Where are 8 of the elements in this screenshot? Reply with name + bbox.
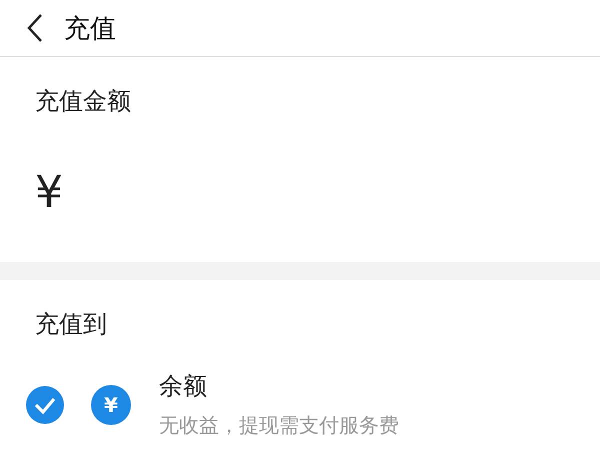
section-label: 充值到 — [35, 309, 108, 340]
section-label: 充值金额 — [35, 86, 132, 117]
amount-field[interactable]: ¥ — [35, 167, 63, 218]
checked-icon[interactable] — [25, 384, 65, 424]
option-subtitle: 无收益，提现需支付服务费 — [159, 412, 399, 439]
option-title[interactable]: 余额 — [159, 370, 399, 402]
page-title: 充值 — [64, 12, 116, 46]
yuan-icon: ¥ — [91, 384, 131, 424]
